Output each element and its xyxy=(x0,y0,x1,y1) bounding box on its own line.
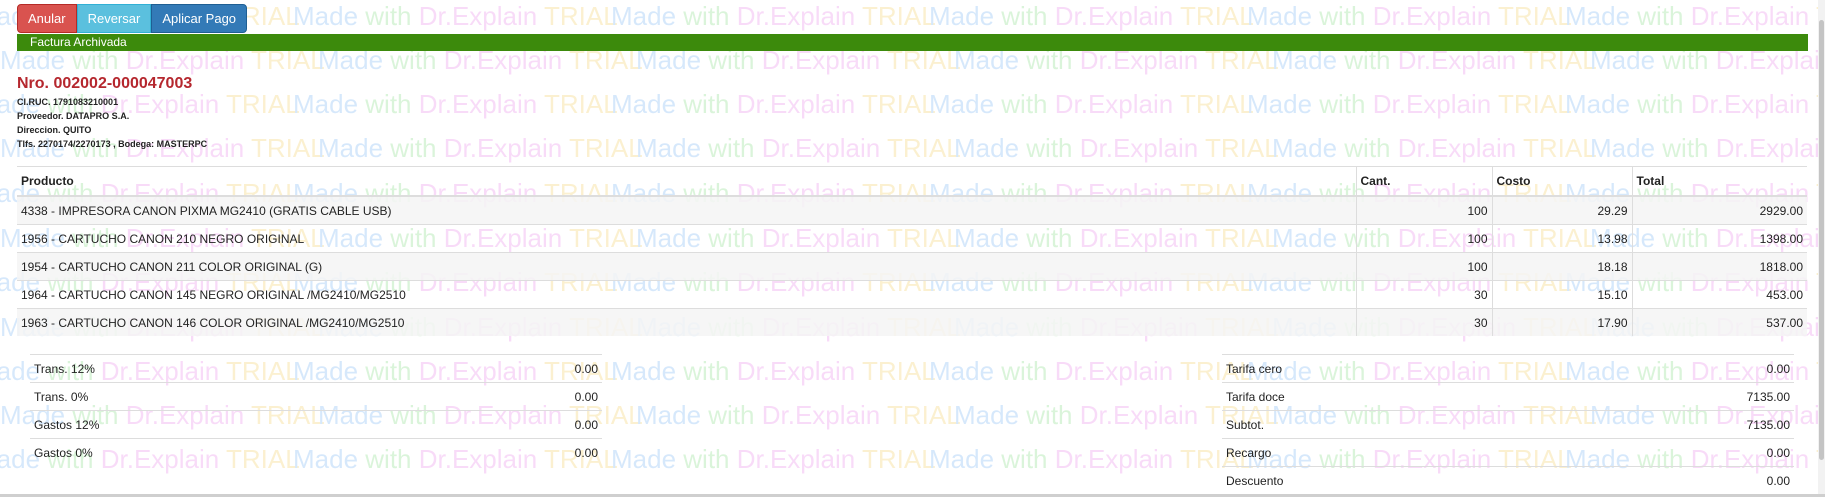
table-row[interactable]: 1954 - CARTUCHO CANON 211 COLOR ORIGINAL… xyxy=(17,252,1807,281)
cell-producto: 1963 - CARTUCHO CANON 146 COLOR ORIGINAL… xyxy=(17,308,1356,336)
cell-cant: 100 xyxy=(1355,195,1492,225)
totals-row: Tarifa cero 0.00 xyxy=(1222,354,1794,383)
cell-producto: 1964 - CARTUCHO CANON 145 NEGRO ORIGINAL… xyxy=(17,280,1356,309)
totals-value: 0.00 xyxy=(430,354,602,383)
header-total: Total xyxy=(1631,166,1807,197)
header-cant: Cant. xyxy=(1355,166,1492,197)
action-toolbar: Anular Reversar Aplicar Pago xyxy=(17,4,248,33)
totals-label: Gastos 0% xyxy=(30,438,430,466)
cell-costo: 18.18 xyxy=(1491,252,1632,281)
scrollbar-thumb[interactable] xyxy=(1819,20,1824,460)
table-row[interactable]: 1963 - CARTUCHO CANON 146 COLOR ORIGINAL… xyxy=(17,308,1807,336)
direccion-line: Direccion. QUITO xyxy=(17,125,92,135)
cell-total: 453.00 xyxy=(1631,280,1807,309)
totals-label: Tarifa cero xyxy=(1222,354,1622,383)
invoice-view: Anular Reversar Aplicar Pago Factura Arc… xyxy=(0,0,1825,497)
cell-total: 1818.00 xyxy=(1631,252,1807,281)
totals-value: 0.00 xyxy=(430,438,602,466)
table-row[interactable]: 1964 - CARTUCHO CANON 145 NEGRO ORIGINAL… xyxy=(17,280,1807,309)
totals-row: Gastos 12% 0.00 xyxy=(30,410,602,439)
aplicar-pago-button[interactable]: Aplicar Pago xyxy=(151,4,248,33)
totals-value: 0.00 xyxy=(430,410,602,439)
totals-left-table: Trans. 12% 0.00 Trans. 0% 0.00 Gastos 12… xyxy=(30,354,602,466)
status-banner: Factura Archivada xyxy=(17,34,1808,51)
totals-right-table: Tarifa cero 0.00 Tarifa doce 7135.00 Sub… xyxy=(1222,354,1794,494)
cell-costo: 17.90 xyxy=(1491,308,1632,336)
invoice-number: Nro. 002002-000047003 xyxy=(17,75,193,92)
cell-cant: 30 xyxy=(1355,280,1492,309)
totals-label: Recargo xyxy=(1222,438,1622,467)
totals-label: Subtot. xyxy=(1222,410,1622,439)
totals-row: Tarifa doce 7135.00 xyxy=(1222,382,1794,411)
cell-cant: 100 xyxy=(1355,252,1492,281)
table-row[interactable]: 1956 - CARTUCHO CANON 210 NEGRO ORIGINAL… xyxy=(17,224,1807,253)
totals-row: Recargo 0.00 xyxy=(1222,438,1794,467)
totals-row: Descuento 0.00 xyxy=(1222,466,1794,494)
header-costo: Costo xyxy=(1491,166,1632,197)
cell-costo: 13.98 xyxy=(1491,224,1632,253)
totals-label: Trans. 0% xyxy=(30,382,430,411)
totals-label: Trans. 12% xyxy=(30,354,430,383)
cell-total: 537.00 xyxy=(1631,308,1807,336)
cell-producto: 4338 - IMPRESORA CANON PIXMA MG2410 (GRA… xyxy=(17,195,1356,225)
totals-row: Gastos 0% 0.00 xyxy=(30,438,602,466)
header-producto: Producto xyxy=(17,166,1356,197)
totals-label: Tarifa doce xyxy=(1222,382,1622,411)
cell-total: 2929.00 xyxy=(1631,195,1807,225)
anular-button[interactable]: Anular xyxy=(17,4,77,33)
totals-row: Trans. 12% 0.00 xyxy=(30,354,602,383)
reversar-button[interactable]: Reversar xyxy=(76,4,152,33)
totals-value: 0.00 xyxy=(1622,466,1794,494)
totals-value: 7135.00 xyxy=(1622,410,1794,439)
totals-value: 0.00 xyxy=(1622,354,1794,383)
cell-costo: 15.10 xyxy=(1491,280,1632,309)
totals-label: Descuento xyxy=(1222,466,1622,494)
ruc-line: CI.RUC. 1791083210001 xyxy=(17,97,119,107)
totals-value: 0.00 xyxy=(1622,438,1794,467)
cell-costo: 29.29 xyxy=(1491,195,1632,225)
cell-producto: 1956 - CARTUCHO CANON 210 NEGRO ORIGINAL xyxy=(17,224,1356,253)
table-row[interactable]: 4338 - IMPRESORA CANON PIXMA MG2410 (GRA… xyxy=(17,195,1807,225)
proveedor-line: Proveedor. DATAPRO S.A. xyxy=(17,111,130,121)
totals-value: 7135.00 xyxy=(1622,382,1794,411)
cell-cant: 30 xyxy=(1355,308,1492,336)
totals-row: Subtot. 7135.00 xyxy=(1222,410,1794,439)
cell-cant: 100 xyxy=(1355,224,1492,253)
totals-label: Gastos 12% xyxy=(30,410,430,439)
totals-row: Trans. 0% 0.00 xyxy=(30,382,602,411)
totals-value: 0.00 xyxy=(430,382,602,411)
cell-total: 1398.00 xyxy=(1631,224,1807,253)
table-header-row: Producto Cant. Costo Total xyxy=(17,166,1807,197)
products-table: Producto Cant. Costo Total 4338 - IMPRES… xyxy=(17,166,1807,336)
telefonos-line: Tlfs. 2270174/2270173 , Bodega: MASTERPC xyxy=(17,139,208,149)
cell-producto: 1954 - CARTUCHO CANON 211 COLOR ORIGINAL… xyxy=(17,252,1356,281)
vertical-scrollbar[interactable] xyxy=(1818,0,1825,497)
